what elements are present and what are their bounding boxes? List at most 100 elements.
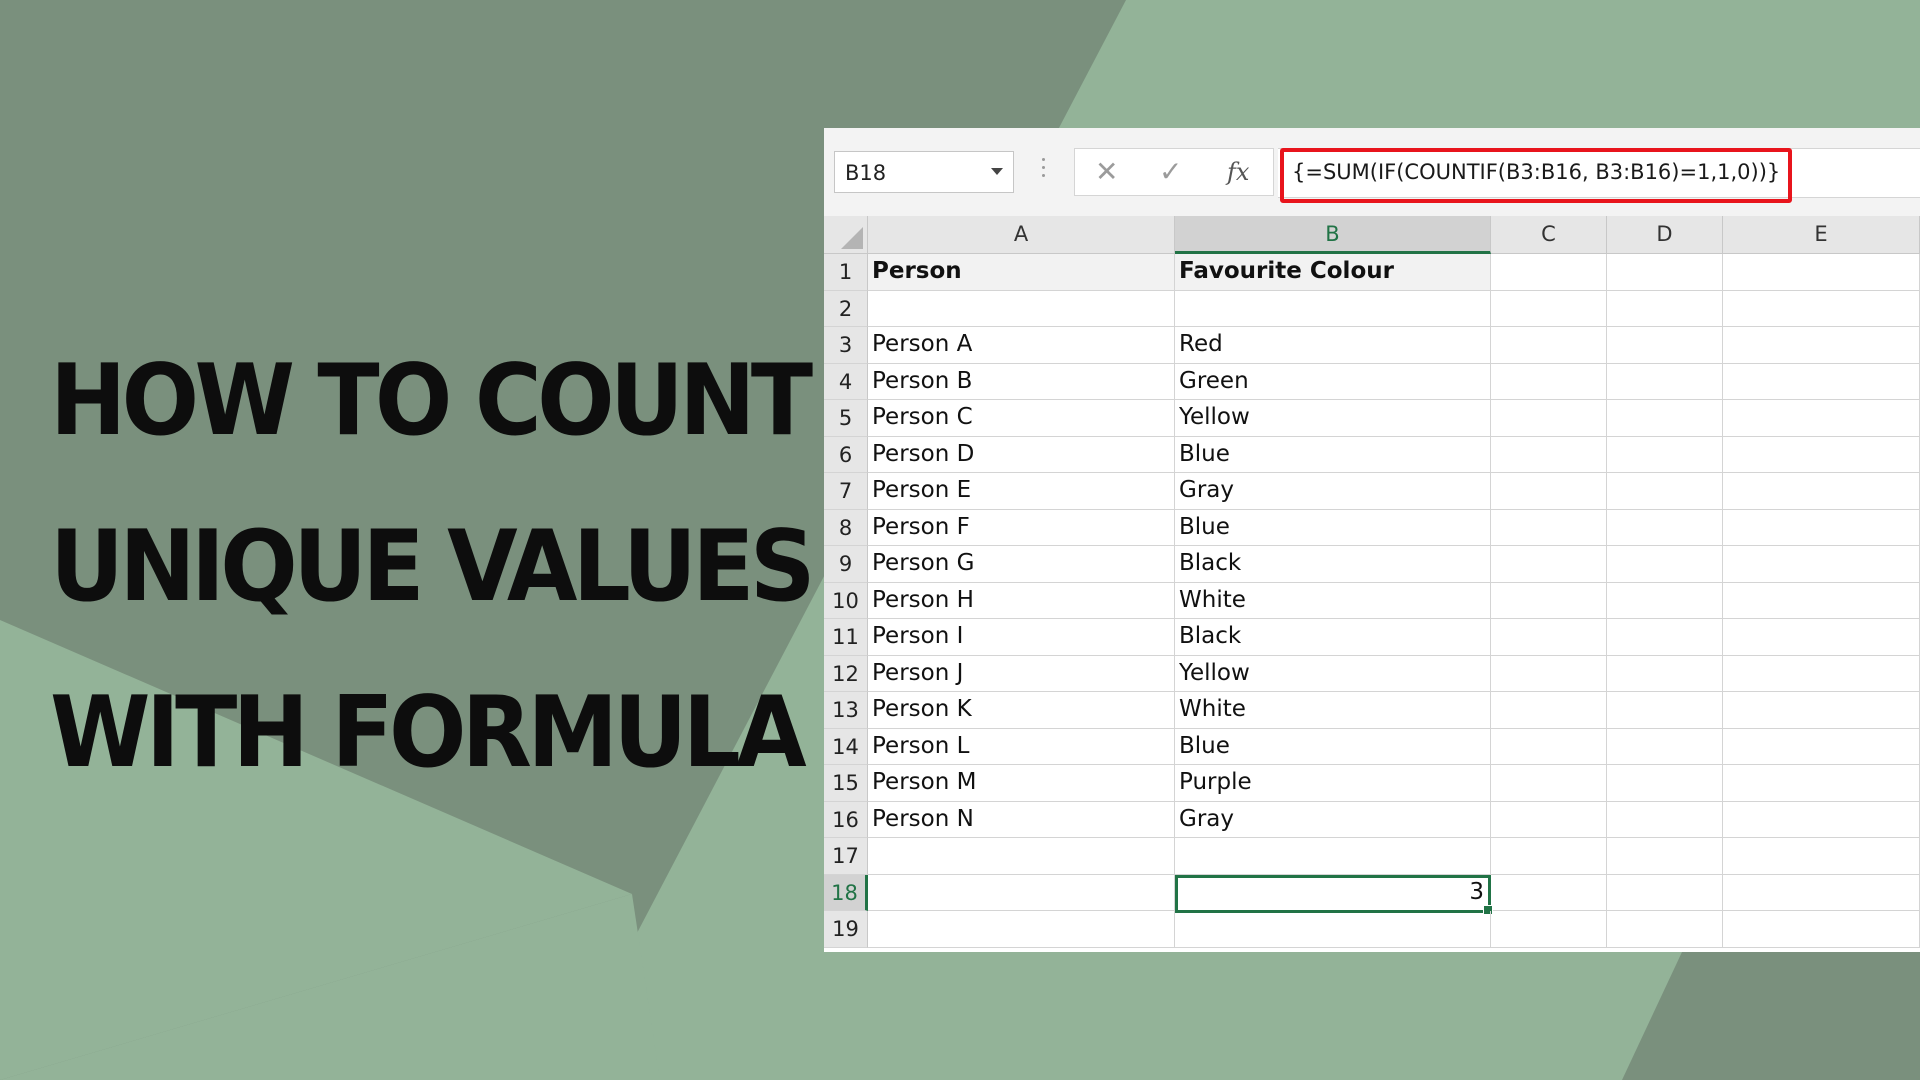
cell-c9[interactable]	[1491, 546, 1607, 583]
cell-a15[interactable]: Person M	[868, 765, 1175, 802]
row-header[interactable]: 5	[824, 400, 868, 437]
cell-c4[interactable]	[1491, 363, 1607, 400]
cell-a17[interactable]	[868, 838, 1175, 875]
cell-d6[interactable]	[1607, 436, 1723, 473]
column-header-d[interactable]: D	[1607, 216, 1723, 254]
cell-e10[interactable]	[1723, 582, 1920, 619]
cell-b14[interactable]: Blue	[1175, 728, 1491, 765]
cell-a19[interactable]	[868, 911, 1175, 948]
cell-c12[interactable]	[1491, 655, 1607, 692]
cell-b10[interactable]: White	[1175, 582, 1491, 619]
cell-c18[interactable]	[1491, 874, 1607, 911]
cell-e16[interactable]	[1723, 801, 1920, 838]
cell-c5[interactable]	[1491, 400, 1607, 437]
row-header[interactable]: 12	[824, 655, 868, 692]
row-header[interactable]: 16	[824, 801, 868, 838]
cell-d13[interactable]	[1607, 692, 1723, 729]
cell-d17[interactable]	[1607, 838, 1723, 875]
cell-b13[interactable]: White	[1175, 692, 1491, 729]
cell-d3[interactable]	[1607, 327, 1723, 364]
select-all-button[interactable]	[824, 216, 868, 254]
cell-e17[interactable]	[1723, 838, 1920, 875]
cell-d14[interactable]	[1607, 728, 1723, 765]
cell-b12[interactable]: Yellow	[1175, 655, 1491, 692]
cell-e14[interactable]	[1723, 728, 1920, 765]
cell-e6[interactable]	[1723, 436, 1920, 473]
row-header[interactable]: 8	[824, 509, 868, 546]
cell-b3[interactable]: Red	[1175, 327, 1491, 364]
cell-d10[interactable]	[1607, 582, 1723, 619]
cell-e1[interactable]	[1723, 254, 1920, 291]
cell-c6[interactable]	[1491, 436, 1607, 473]
cell-c13[interactable]	[1491, 692, 1607, 729]
cell-a16[interactable]: Person N	[868, 801, 1175, 838]
cell-d18[interactable]	[1607, 874, 1723, 911]
row-header[interactable]: 13	[824, 692, 868, 729]
cell-c19[interactable]	[1491, 911, 1607, 948]
cell-c11[interactable]	[1491, 619, 1607, 656]
cell-e2[interactable]	[1723, 290, 1920, 327]
cell-d8[interactable]	[1607, 509, 1723, 546]
row-header[interactable]: 3	[824, 327, 868, 364]
cell-a3[interactable]: Person A	[868, 327, 1175, 364]
cell-e18[interactable]	[1723, 874, 1920, 911]
cell-b1[interactable]: Favourite Colour	[1175, 254, 1491, 291]
cell-e5[interactable]	[1723, 400, 1920, 437]
cell-b7[interactable]: Gray	[1175, 473, 1491, 510]
cell-b5[interactable]: Yellow	[1175, 400, 1491, 437]
cell-d7[interactable]	[1607, 473, 1723, 510]
cell-b16[interactable]: Gray	[1175, 801, 1491, 838]
row-header[interactable]: 15	[824, 765, 868, 802]
cell-b18[interactable]: 3	[1175, 874, 1491, 911]
cell-c10[interactable]	[1491, 582, 1607, 619]
cell-d19[interactable]	[1607, 911, 1723, 948]
cell-e4[interactable]	[1723, 363, 1920, 400]
cell-c2[interactable]	[1491, 290, 1607, 327]
column-header-a[interactable]: A	[868, 216, 1175, 254]
row-header[interactable]: 2	[824, 290, 868, 327]
cell-b9[interactable]: Black	[1175, 546, 1491, 583]
check-icon[interactable]: ✓	[1159, 155, 1182, 188]
cell-d9[interactable]	[1607, 546, 1723, 583]
cell-b2[interactable]	[1175, 290, 1491, 327]
cell-b15[interactable]: Purple	[1175, 765, 1491, 802]
cell-c7[interactable]	[1491, 473, 1607, 510]
cell-a18[interactable]	[868, 874, 1175, 911]
toolbar-grip-icon[interactable]	[1042, 158, 1046, 184]
cell-e3[interactable]	[1723, 327, 1920, 364]
cell-e8[interactable]	[1723, 509, 1920, 546]
row-header[interactable]: 11	[824, 619, 868, 656]
cell-e11[interactable]	[1723, 619, 1920, 656]
cell-a1[interactable]: Person	[868, 254, 1175, 291]
cell-e13[interactable]	[1723, 692, 1920, 729]
cell-a14[interactable]: Person L	[868, 728, 1175, 765]
row-header[interactable]: 6	[824, 436, 868, 473]
cell-d2[interactable]	[1607, 290, 1723, 327]
cell-b17[interactable]	[1175, 838, 1491, 875]
row-header[interactable]: 10	[824, 582, 868, 619]
cell-d12[interactable]	[1607, 655, 1723, 692]
row-header[interactable]: 19	[824, 911, 868, 948]
cell-a9[interactable]: Person G	[868, 546, 1175, 583]
row-header[interactable]: 14	[824, 728, 868, 765]
x-icon[interactable]: ✕	[1095, 155, 1118, 188]
row-header[interactable]: 17	[824, 838, 868, 875]
cell-e12[interactable]	[1723, 655, 1920, 692]
column-header-e[interactable]: E	[1723, 216, 1920, 254]
cell-d4[interactable]	[1607, 363, 1723, 400]
row-header[interactable]: 7	[824, 473, 868, 510]
cell-e15[interactable]	[1723, 765, 1920, 802]
cell-d5[interactable]	[1607, 400, 1723, 437]
name-box[interactable]: B18	[834, 151, 1014, 193]
fx-icon[interactable]: fx	[1227, 158, 1249, 186]
cell-b11[interactable]: Black	[1175, 619, 1491, 656]
chevron-down-icon[interactable]	[991, 168, 1003, 175]
row-header[interactable]: 18	[824, 874, 868, 911]
cell-d11[interactable]	[1607, 619, 1723, 656]
cell-c1[interactable]	[1491, 254, 1607, 291]
cell-e9[interactable]	[1723, 546, 1920, 583]
cell-c15[interactable]	[1491, 765, 1607, 802]
row-header[interactable]: 4	[824, 363, 868, 400]
column-header-b[interactable]: B	[1175, 216, 1491, 254]
cell-e7[interactable]	[1723, 473, 1920, 510]
